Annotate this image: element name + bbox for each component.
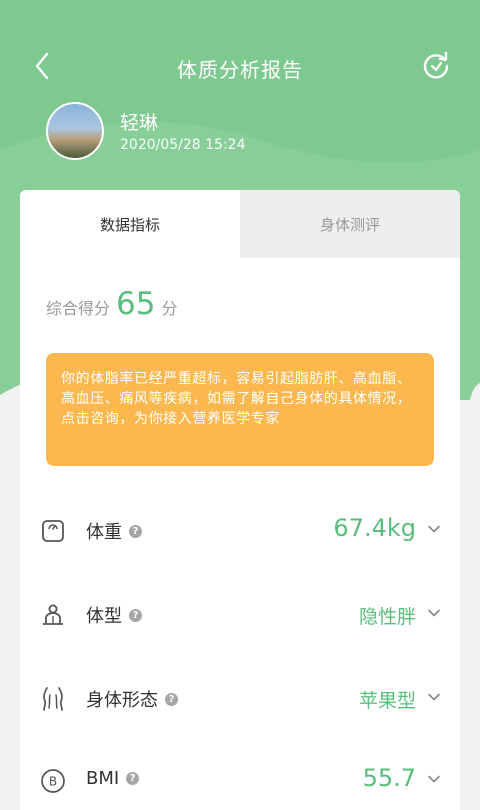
metric-label: 身体形态 ? bbox=[86, 686, 178, 712]
metric-value: 苹果型 bbox=[358, 690, 416, 712]
page-title: 体质分析报告 bbox=[177, 58, 303, 82]
chevron-down-icon[interactable] bbox=[428, 774, 440, 784]
metric-value: 67.4kg bbox=[333, 514, 416, 542]
metric-label: BMI ? bbox=[86, 768, 140, 789]
chevron-down-icon[interactable] bbox=[428, 692, 440, 702]
bmi-icon: B bbox=[40, 768, 66, 794]
metric-label: 体重 ? bbox=[86, 518, 142, 544]
score-unit: 分 bbox=[161, 299, 178, 318]
metric-label: 体型 ? bbox=[86, 602, 142, 628]
top-bar: 体质分析报告 bbox=[0, 44, 480, 94]
score-label: 综合得分 bbox=[46, 299, 111, 318]
body-shape-icon bbox=[40, 686, 66, 712]
chevron-down-icon[interactable] bbox=[428, 608, 440, 618]
tab-body-assessment[interactable]: 身体测评 bbox=[240, 190, 460, 258]
measurement-datetime: 2020/05/28 15:24 bbox=[120, 137, 246, 153]
report-card: 数据指标 身体测评 综合得分 65 分 你的体脂率已经严重超标，容易引起脂肪肝、… bbox=[20, 190, 460, 810]
metric-label-text: 体重 bbox=[86, 522, 122, 543]
health-alert-banner[interactable]: 你的体脂率已经严重超标，容易引起脂肪肝、高血脂、高血压、痛风等疾病，如需了解自己… bbox=[46, 353, 434, 466]
refresh-icon bbox=[423, 51, 449, 79]
metric-row-bmi[interactable]: B BMI ? 55.7 bbox=[20, 754, 460, 810]
svg-text:B: B bbox=[49, 775, 57, 789]
body-type-icon bbox=[40, 602, 66, 628]
metric-row-weight[interactable]: 体重 ? 67.4kg bbox=[20, 504, 460, 564]
metric-row-body-shape[interactable]: 身体形态 ? 苹果型 bbox=[20, 672, 460, 732]
overall-score: 综合得分 65 分 bbox=[46, 286, 177, 322]
scale-icon bbox=[40, 518, 66, 544]
tab-data-indicators[interactable]: 数据指标 bbox=[20, 190, 240, 258]
metric-label-text: 身体形态 bbox=[86, 690, 158, 711]
tab-bar: 数据指标 身体测评 bbox=[20, 190, 460, 258]
score-value: 65 bbox=[116, 286, 156, 322]
help-icon[interactable]: ? bbox=[129, 524, 142, 538]
metric-label-text: 体型 bbox=[86, 606, 122, 627]
user-name: 轻琳 bbox=[120, 112, 159, 134]
metric-value: 隐性胖 bbox=[358, 606, 416, 628]
metric-label-text: BMI bbox=[86, 768, 120, 789]
refresh-button[interactable] bbox=[420, 50, 452, 82]
metric-row-body-type[interactable]: 体型 ? 隐性胖 bbox=[20, 588, 460, 648]
help-icon[interactable]: ? bbox=[126, 772, 140, 785]
help-icon[interactable]: ? bbox=[165, 692, 178, 706]
chevron-down-icon[interactable] bbox=[428, 524, 440, 534]
avatar[interactable] bbox=[46, 102, 104, 160]
help-icon[interactable]: ? bbox=[129, 608, 142, 622]
metric-value: 55.7 bbox=[362, 764, 416, 792]
